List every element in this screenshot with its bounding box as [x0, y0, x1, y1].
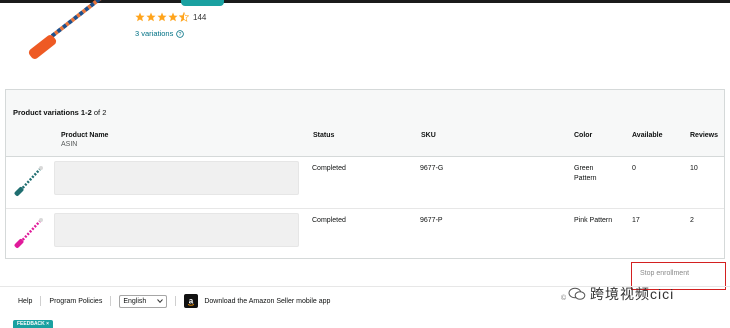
row-available: 17 [632, 217, 640, 224]
footer-separator [110, 296, 112, 306]
column-sku[interactable]: SKU [421, 132, 436, 139]
footer-separator [175, 296, 177, 306]
star-icon [157, 12, 167, 22]
language-value: English [123, 297, 147, 305]
column-status[interactable]: Status [313, 132, 334, 139]
column-asin: ASIN [61, 141, 78, 148]
rating-count[interactable]: 144 [193, 13, 206, 22]
chevron-down-icon [157, 299, 164, 303]
footer: Help Program Policies English a Download… [18, 294, 330, 308]
row-status: Completed [312, 217, 346, 224]
table-row[interactable]: Completed 9677-P Pink Pattern 17 2 [6, 208, 724, 259]
svg-text:?: ? [179, 31, 182, 37]
column-color[interactable]: Color [574, 132, 592, 139]
column-reviews[interactable]: Reviews [690, 132, 718, 139]
stop-enrollment-button[interactable]: Stop enrollment [640, 270, 689, 277]
table-header: Product variations 1-2 of 2 Product Name… [6, 90, 724, 157]
row-color-line2: Pattern [574, 175, 597, 182]
language-select[interactable]: English [119, 294, 168, 308]
row-color: Pink Pattern [574, 217, 613, 224]
variations-label[interactable]: 3 variations [135, 29, 173, 38]
help-link[interactable]: Help [18, 298, 32, 305]
star-icon [168, 12, 178, 22]
product-image [28, 0, 102, 59]
column-product-name[interactable]: Product Name [61, 132, 108, 139]
feedback-tab[interactable]: FEEDBACK × [13, 320, 54, 328]
row-color-line1: Green [574, 165, 594, 172]
half-star-icon [179, 12, 189, 22]
row-status: Completed [312, 165, 346, 172]
table-row[interactable]: Completed 9677-G Green Pattern 0 10 [6, 157, 724, 208]
table-title-range: Product variations 1-2 [13, 108, 92, 117]
wechat-icon [568, 287, 586, 300]
star-icon [146, 12, 156, 22]
row-reviews: 2 [690, 217, 694, 224]
row-available: 0 [632, 165, 636, 172]
copyright: © [561, 295, 567, 302]
variation-image-green [14, 166, 43, 196]
product-rating: 144 [135, 12, 206, 22]
top-tab-indicator [181, 0, 224, 6]
table-title: Product variations 1-2 of 2 [13, 108, 106, 117]
row-reviews: 10 [690, 165, 698, 172]
download-app-link[interactable]: Download the Amazon Seller mobile app [204, 298, 330, 305]
watermark: 跨境视频cici [568, 284, 674, 304]
product-name-redacted [54, 213, 299, 247]
info-icon[interactable]: ? [176, 29, 185, 38]
column-available[interactable]: Available [632, 132, 662, 139]
table-title-total: of 2 [93, 108, 107, 117]
svg-text:a: a [189, 297, 194, 306]
star-icon [135, 12, 145, 22]
row-sku: 9677-P [420, 217, 443, 224]
program-policies-link[interactable]: Program Policies [49, 298, 102, 305]
watermark-text: 跨境视频cici [590, 286, 675, 302]
row-sku: 9677-G [420, 165, 444, 172]
row-color: Green Pattern [574, 164, 597, 184]
variations-link[interactable]: 3 variations ? [135, 29, 185, 38]
variation-image-pink [14, 218, 43, 248]
footer-separator [40, 296, 42, 306]
product-name-redacted [54, 161, 299, 195]
variations-table: Product variations 1-2 of 2 Product Name… [5, 89, 725, 259]
rating-stars[interactable] [135, 12, 189, 22]
amazon-app-icon[interactable]: a [184, 294, 199, 308]
